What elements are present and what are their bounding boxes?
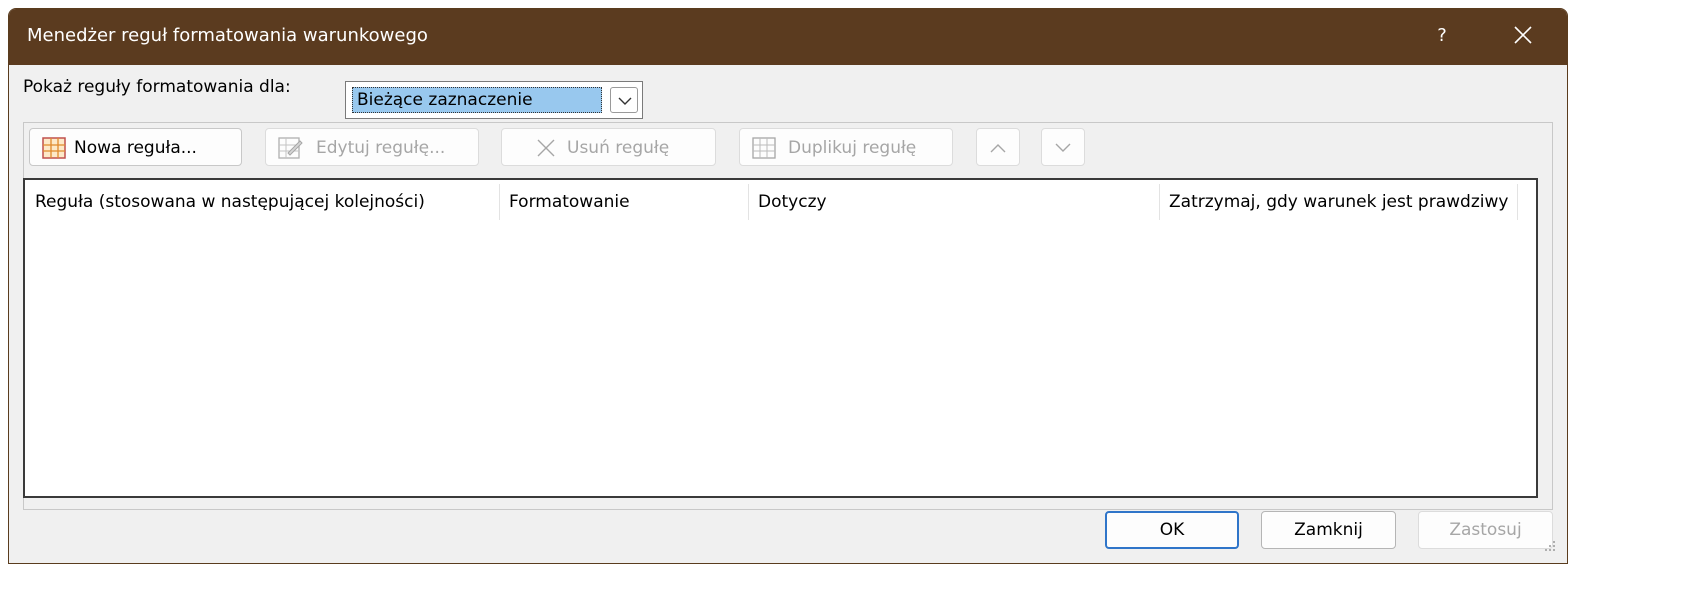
duplicate-rule-icon [752,137,776,159]
rules-list[interactable]: Reguła (stosowana w następującej kolejno… [23,178,1538,498]
new-rule-icon [42,137,66,159]
edit-rule-label: Edytuj regułę... [316,138,446,158]
title-bar[interactable]: Menedżer reguł formatowania warunkowego … [9,9,1567,65]
move-up-button[interactable] [976,128,1020,166]
column-header-stop-if-true[interactable]: Zatrzymaj, gdy warunek jest prawdziwy [1159,186,1517,218]
resize-grip-icon[interactable] [1542,538,1556,552]
column-header-rule[interactable]: Reguła (stosowana w następującej kolejno… [25,186,499,218]
column-header-format[interactable]: Formatowanie [499,186,748,218]
close-icon [1514,26,1532,44]
new-rule-button[interactable]: Nowa reguła... [29,128,242,166]
edit-rule-button[interactable]: Edytuj regułę... [265,128,479,166]
new-rule-label: Nowa reguła... [74,138,197,158]
column-header-applies-to[interactable]: Dotyczy [748,186,1159,218]
apply-button[interactable]: Zastosuj [1418,511,1553,549]
dialog-title: Menedżer reguł formatowania warunkowego [27,25,428,46]
ok-button[interactable]: OK [1105,511,1239,549]
delete-rule-label: Usuń regułę [567,138,670,158]
show-rules-dropdown[interactable]: Bieżące zaznaczenie [345,81,643,119]
dropdown-toggle[interactable] [610,87,638,113]
show-rules-selected-value: Bieżące zaznaczenie [352,87,602,113]
close-dialog-button[interactable]: Zamknij [1261,511,1396,549]
column-divider[interactable] [1517,184,1518,220]
chevron-up-icon [990,144,1006,153]
move-down-button[interactable] [1041,128,1085,166]
duplicate-rule-label: Duplikuj regułę [788,138,917,158]
close-button[interactable] [1505,21,1541,53]
delete-rule-button[interactable]: Usuń regułę [501,128,716,166]
chevron-down-icon [618,97,632,105]
duplicate-rule-button[interactable]: Duplikuj regułę [739,128,953,166]
chevron-down-icon [1055,143,1071,152]
show-rules-label: Pokaż reguły formatowania dla: [23,77,291,97]
help-button[interactable]: ? [1427,21,1457,51]
edit-rule-icon [278,137,303,159]
delete-icon [537,139,555,157]
